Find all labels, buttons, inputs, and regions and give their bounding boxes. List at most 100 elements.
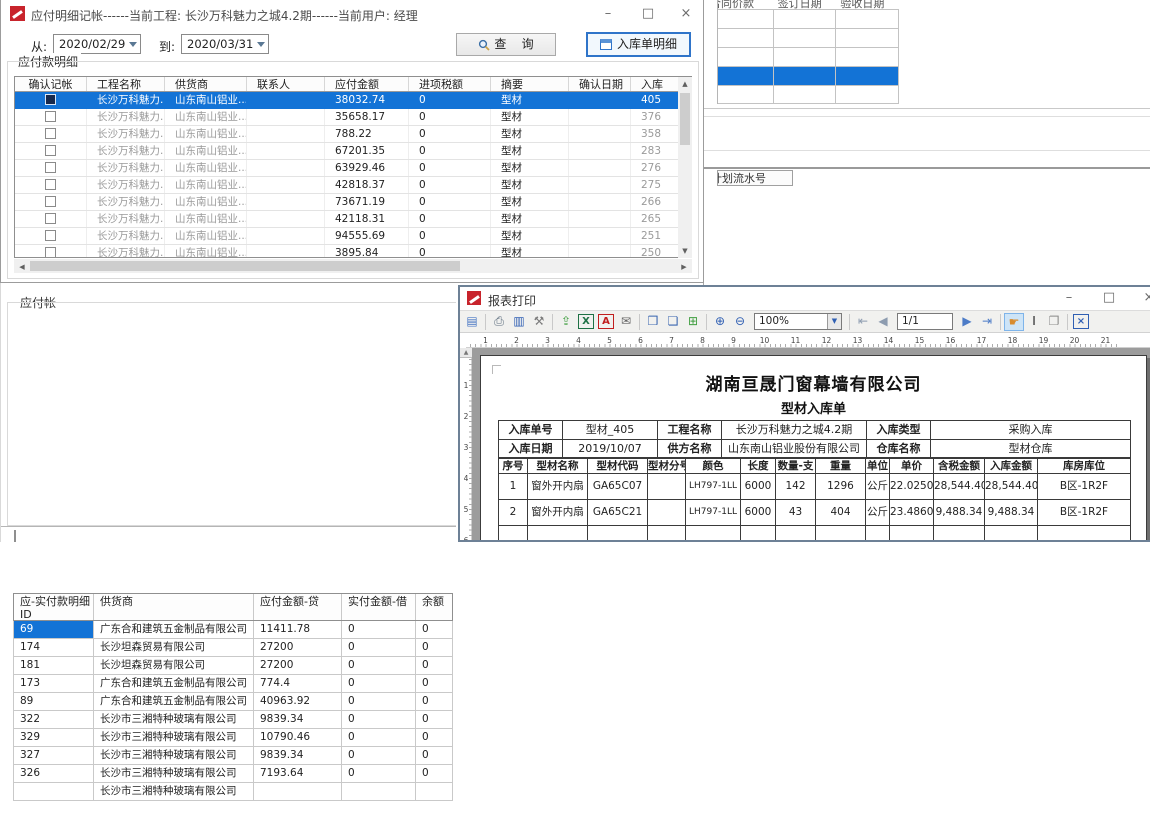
table-row[interactable]: 长沙万科魅力... 山东南山铝业... 42818.37 0 型材 275 bbox=[15, 177, 692, 194]
column-header[interactable]: 应-实付款明细ID bbox=[14, 594, 94, 620]
print-layout-icon[interactable]: ❒ bbox=[643, 313, 663, 331]
table-row[interactable] bbox=[718, 66, 899, 85]
table-row[interactable]: 174 长沙坦森贸易有限公司 27200 0 0 bbox=[13, 639, 453, 657]
column-header[interactable]: 应付金额 bbox=[325, 77, 409, 91]
ruler-number: 17 bbox=[966, 334, 997, 347]
pdf-icon[interactable]: A bbox=[598, 314, 614, 329]
excel-icon[interactable]: X bbox=[578, 314, 594, 329]
confirm-checkbox[interactable] bbox=[45, 162, 56, 173]
table-row[interactable]: 长沙万科魅力... 山东南山铝业... 42118.31 0 型材 265 bbox=[15, 211, 692, 228]
scroll-up-icon[interactable]: ▲ bbox=[678, 80, 692, 88]
single-page-icon[interactable]: ❏ bbox=[663, 313, 683, 331]
to-date-combo[interactable]: 2020/03/31 bbox=[181, 34, 269, 54]
close-button[interactable]: × bbox=[1134, 288, 1150, 308]
table-row[interactable] bbox=[718, 9, 899, 28]
table-row[interactable]: 173 广东合和建筑五金制品有限公司 774.4 0 0 bbox=[13, 675, 453, 693]
table-row[interactable] bbox=[718, 28, 899, 47]
column-header[interactable]: 实付金额-借 bbox=[342, 594, 416, 620]
zoom-out-icon[interactable]: ⊖ bbox=[730, 313, 750, 331]
chevron-down-icon[interactable] bbox=[129, 42, 137, 47]
table-row[interactable]: 181 长沙坦森贸易有限公司 27200 0 0 bbox=[13, 657, 453, 675]
confirm-checkbox[interactable] bbox=[45, 128, 56, 139]
text-select-icon[interactable]: I bbox=[1024, 313, 1044, 331]
horizontal-scrollbar[interactable]: ◀ ▶ bbox=[14, 259, 692, 273]
prev-page-icon[interactable]: ◀ bbox=[873, 313, 893, 331]
column-header[interactable]: 联系人 bbox=[247, 77, 325, 91]
maximize-button[interactable]: □ bbox=[1094, 288, 1124, 308]
book-icon[interactable]: ▥ bbox=[509, 313, 529, 331]
next-page-icon[interactable]: ▶ bbox=[957, 313, 977, 331]
confirm-checkbox[interactable] bbox=[45, 145, 56, 156]
confirm-checkbox[interactable] bbox=[45, 213, 56, 224]
table-row[interactable]: 长沙万科魅力... 山东南山铝业... 3895.84 0 型材 250 bbox=[15, 245, 692, 258]
last-page-icon[interactable]: ⇥ bbox=[977, 313, 997, 331]
close-button[interactable]: × bbox=[671, 4, 701, 24]
copy-icon[interactable]: ❐ bbox=[1044, 313, 1064, 331]
from-date-combo[interactable]: 2020/02/29 bbox=[53, 34, 141, 54]
chevron-down-icon[interactable] bbox=[257, 42, 265, 47]
confirm-checkbox[interactable] bbox=[45, 111, 56, 122]
table-row[interactable]: 327 长沙市三湘特种玻璃有限公司 9839.34 0 0 bbox=[13, 747, 453, 765]
table-row[interactable]: 长沙万科魅力... 山东南山铝业... 67201.35 0 型材 283 bbox=[15, 143, 692, 160]
scroll-right-icon[interactable]: ▶ bbox=[679, 263, 689, 271]
print-preview-area[interactable]: ▲ 123456 湖南亘晟门窗幕墙有限公司 型材入库单 入库单号型材_405 工… bbox=[460, 348, 1150, 540]
table-row[interactable]: 长沙万科魅力... 山东南山铝业... 788.22 0 型材 358 bbox=[15, 126, 692, 143]
scrollbar-thumb[interactable] bbox=[680, 93, 690, 145]
chevron-down-icon[interactable]: ▼ bbox=[827, 314, 841, 329]
table-row[interactable]: 322 长沙市三湘特种玻璃有限公司 9839.34 0 0 bbox=[13, 711, 453, 729]
printer-icon[interactable]: ⎙ bbox=[489, 313, 509, 331]
table-row[interactable]: 长沙万科魅力... 山东南山铝业... 94555.69 0 型材 251 bbox=[15, 228, 692, 245]
cell-id: 327 bbox=[14, 747, 94, 764]
main-title-bar[interactable]: 应付明细记帐------当前工程: 长沙万科魅力之城4.2期------当前用户… bbox=[1, 0, 703, 28]
column-header: 签订日期 bbox=[774, 0, 837, 9]
table-row[interactable]: 长沙万科魅力... 山东南山铝业... 73671.19 0 型材 266 bbox=[15, 194, 692, 211]
first-page-icon[interactable]: ⇤ bbox=[853, 313, 873, 331]
page-setup-icon[interactable]: ▤ bbox=[462, 313, 482, 331]
scroll-down-icon[interactable]: ▼ bbox=[678, 247, 692, 255]
table-row[interactable]: 长沙市三湘特种玻璃有限公司 bbox=[13, 783, 453, 801]
table-row[interactable] bbox=[718, 47, 899, 66]
column-header[interactable]: 供货商 bbox=[94, 594, 254, 620]
scrollbar-thumb[interactable] bbox=[30, 261, 460, 271]
column-header[interactable]: 确认日期 bbox=[569, 77, 631, 91]
column-header[interactable]: 供货商 bbox=[165, 77, 247, 91]
zoom-in-icon[interactable]: ⊕ bbox=[710, 313, 730, 331]
confirm-checkbox[interactable] bbox=[45, 94, 56, 105]
column-header[interactable]: 余额 bbox=[416, 594, 452, 620]
column-header[interactable]: 进项税额 bbox=[409, 77, 491, 91]
confirm-checkbox[interactable] bbox=[45, 179, 56, 190]
column-header[interactable]: 摘要 bbox=[491, 77, 569, 91]
payable-panel: 应付帐 应-实付款明细ID供货商应付金额-贷实付金额-借余额 69 广东合和建筑… bbox=[0, 283, 458, 542]
vertical-scrollbar[interactable]: ▲ ▼ bbox=[678, 77, 692, 258]
inbound-detail-button[interactable]: 入库单明细 bbox=[586, 32, 691, 57]
table-row[interactable]: 69 广东合和建筑五金制品有限公司 11411.78 0 0 bbox=[13, 621, 453, 639]
scroll-left-icon[interactable]: ◀ bbox=[17, 263, 27, 271]
table-row[interactable]: 89 广东合和建筑五金制品有限公司 40963.92 0 0 bbox=[13, 693, 453, 711]
close-preview-icon[interactable]: × bbox=[1073, 314, 1089, 329]
multi-page-icon[interactable]: ⊞ bbox=[683, 313, 703, 331]
query-button[interactable]: 查 询 bbox=[456, 33, 556, 56]
confirm-checkbox[interactable] bbox=[45, 247, 56, 258]
confirm-checkbox[interactable] bbox=[45, 196, 56, 207]
confirm-checkbox[interactable] bbox=[45, 230, 56, 241]
column-header[interactable]: 入库 bbox=[631, 77, 675, 91]
zoom-combobox[interactable]: 100% ▼ bbox=[754, 313, 842, 330]
mail-icon[interactable]: ✉ bbox=[616, 313, 636, 331]
column-header[interactable]: 工程名称 bbox=[87, 77, 165, 91]
column-header[interactable]: 应付金额-贷 bbox=[254, 594, 342, 620]
page-number-box[interactable]: 1/1 bbox=[897, 313, 953, 330]
report-title-bar[interactable]: 报表打印 – □ × bbox=[460, 287, 1150, 310]
minimize-button[interactable]: – bbox=[593, 4, 623, 24]
export-icon[interactable]: ⇪ bbox=[556, 313, 576, 331]
table-row[interactable]: 长沙万科魅力... 山东南山铝业... 38032.74 0 型材 405 bbox=[15, 92, 692, 109]
hand-tool-icon[interactable]: ☛ bbox=[1004, 313, 1024, 331]
minimize-button[interactable]: – bbox=[1054, 288, 1084, 308]
table-row[interactable]: 329 长沙市三湘特种玻璃有限公司 10790.46 0 0 bbox=[13, 729, 453, 747]
table-row[interactable]: 326 长沙市三湘特种玻璃有限公司 7193.64 0 0 bbox=[13, 765, 453, 783]
table-row[interactable] bbox=[718, 85, 899, 104]
table-row[interactable]: 长沙万科魅力... 山东南山铝业... 35658.17 0 型材 376 bbox=[15, 109, 692, 126]
maximize-button[interactable]: □ bbox=[633, 4, 663, 24]
column-header[interactable]: 确认记帐 bbox=[15, 77, 87, 91]
tools-icon[interactable]: ⚒ bbox=[529, 313, 549, 331]
table-row[interactable]: 长沙万科魅力... 山东南山铝业... 63929.46 0 型材 276 bbox=[15, 160, 692, 177]
